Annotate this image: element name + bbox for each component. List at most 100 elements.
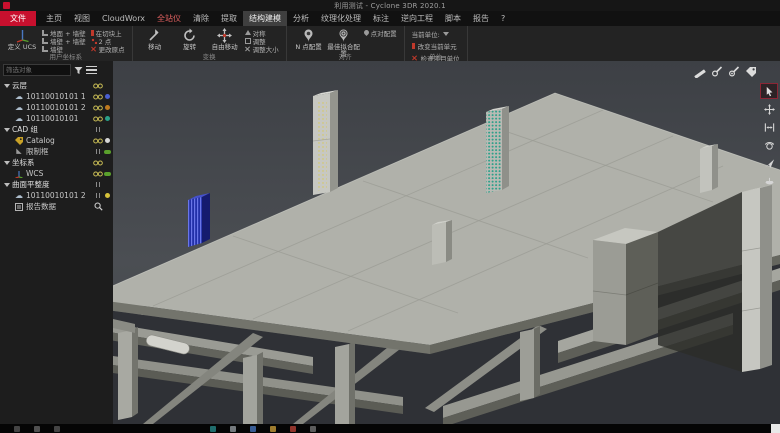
tab-reverse-engineering[interactable]: 逆向工程 xyxy=(395,11,439,26)
tab-cloudworx[interactable]: CloudWorx xyxy=(96,11,151,26)
tree-item-cloud-2[interactable]: ☁ 10110010101 2 xyxy=(0,102,113,113)
color-swatch[interactable] xyxy=(105,116,110,121)
probe-point-icon[interactable] xyxy=(727,65,741,79)
ucs-wall-wall-button[interactable]: 墙壁 + 墙壁 xyxy=(42,37,86,44)
ucs-small-buttons-col1: 地面 + 墙壁 墙壁 + 墙壁 墙壁 xyxy=(42,28,86,52)
tree-item-cloud-3[interactable]: ☁ 10110010101 xyxy=(0,113,113,124)
walkthrough-icon[interactable] xyxy=(760,173,778,189)
model-column-blue-scan[interactable] xyxy=(188,193,210,247)
cloud-icon: ☁ xyxy=(14,115,24,123)
model-column-mid[interactable] xyxy=(432,220,452,265)
windows-taskbar[interactable] xyxy=(0,424,780,433)
define-ucs-label: 定义 UCS xyxy=(8,44,37,51)
two-points-icon xyxy=(91,38,97,44)
pin-icon xyxy=(301,28,316,43)
tag-label-icon[interactable] xyxy=(744,65,758,79)
taskbar-app-icon[interactable] xyxy=(290,426,296,432)
visibility-on-icon[interactable] xyxy=(92,171,104,177)
tree-group-coordinate-systems[interactable]: 坐标系 xyxy=(0,157,113,168)
fit-view-icon[interactable] xyxy=(760,119,778,135)
caret-icon xyxy=(4,183,10,187)
model-right-column[interactable] xyxy=(742,185,772,372)
color-swatch[interactable] xyxy=(104,150,111,154)
visibility-on-icon[interactable] xyxy=(92,94,104,100)
panel-menu-icon[interactable] xyxy=(86,65,97,76)
tree-group-surface-flatness[interactable]: 曲面平整度 xyxy=(0,179,113,190)
color-swatch[interactable] xyxy=(104,172,111,176)
taskbar-app-icon[interactable] xyxy=(54,426,60,432)
tab-extract[interactable]: 提取 xyxy=(215,11,243,26)
free-move-button[interactable]: 自由移动 xyxy=(210,28,240,51)
visibility-on-icon[interactable] xyxy=(92,116,104,122)
tab-structural-modeling[interactable]: 结构建模 xyxy=(243,11,287,26)
limit-box-icon: ◣ xyxy=(14,148,24,155)
tree-item-report-data[interactable]: 报告数据 xyxy=(0,201,113,212)
current-unit-dropdown[interactable]: 当前单位: xyxy=(412,29,460,39)
caret-icon xyxy=(4,161,10,165)
visibility-off-icon[interactable] xyxy=(92,149,104,154)
taskbar-app-icon[interactable] xyxy=(14,426,20,432)
navigate-icon[interactable] xyxy=(760,155,778,171)
visibility-off-icon[interactable] xyxy=(92,127,104,132)
tab-analysis[interactable]: 分析 xyxy=(287,11,315,26)
tab-labels[interactable]: 标注 xyxy=(367,11,395,26)
color-swatch[interactable] xyxy=(105,193,110,198)
tab-help[interactable]: ? xyxy=(495,11,511,26)
taskbar-app-icon[interactable] xyxy=(270,426,276,432)
cloud-icon: ☁ xyxy=(14,93,24,101)
model-tower[interactable] xyxy=(593,228,658,345)
tab-view[interactable]: 视图 xyxy=(68,11,96,26)
visibility-on-icon[interactable] xyxy=(92,138,104,144)
viewport-3d[interactable] xyxy=(113,61,780,424)
project-tree-panel: 云层 ☁ 10110010101 1 ☁ 10110010101 2 ☁ 101… xyxy=(0,61,114,424)
select-cursor-icon[interactable] xyxy=(760,83,778,99)
visibility-off-icon[interactable] xyxy=(92,193,104,198)
show-desktop-button[interactable] xyxy=(771,424,780,433)
visibility-on-icon[interactable] xyxy=(92,83,104,89)
pan-icon[interactable] xyxy=(760,101,778,117)
tree-item-catalog[interactable]: Catalog xyxy=(0,135,113,146)
tab-script[interactable]: 脚本 xyxy=(439,11,467,26)
filter-funnel-icon[interactable] xyxy=(74,66,83,75)
visibility-on-icon[interactable] xyxy=(92,160,104,166)
model-column-speckled[interactable] xyxy=(313,90,338,195)
taskbar-app-icon[interactable] xyxy=(34,426,40,432)
tab-home[interactable]: 主页 xyxy=(40,11,68,26)
tab-texturing[interactable]: 纹理化处理 xyxy=(315,11,367,26)
taskbar-app-icon[interactable] xyxy=(250,426,256,432)
point-pair-registration-button[interactable]: 点对配置 xyxy=(364,29,397,36)
ground-wall-icon xyxy=(42,30,48,36)
tree-item-limit-box[interactable]: ◣ 限制框 xyxy=(0,146,113,157)
n-points-registration-button[interactable]: N 点配置 xyxy=(294,28,324,51)
color-swatch[interactable] xyxy=(105,94,110,99)
filter-objects-input[interactable] xyxy=(3,64,71,76)
ruler-pen-icon[interactable] xyxy=(693,65,707,79)
taskbar-app-icon[interactable] xyxy=(310,426,316,432)
tree-group-clouds[interactable]: 云层 xyxy=(0,80,113,91)
tab-clean[interactable]: 清除 xyxy=(187,11,215,26)
model-column-teal-scan[interactable] xyxy=(486,106,509,193)
tree-item-flatness-cloud[interactable]: ☁ 10110010101 2 xyxy=(0,190,113,201)
taskbar-app-icon[interactable] xyxy=(210,426,216,432)
define-ucs-button[interactable]: 定义 UCS xyxy=(7,28,37,51)
tab-total-station[interactable]: 全站仪 xyxy=(151,11,187,26)
visibility-on-icon[interactable] xyxy=(92,105,104,111)
change-current-unit-button[interactable]: 改变当前单元 xyxy=(412,41,460,51)
file-menu-button[interactable]: 文件 xyxy=(0,11,36,26)
tree-item-cloud-1[interactable]: ☁ 10110010101 1 xyxy=(0,91,113,102)
model-column-back-right[interactable] xyxy=(700,144,718,193)
report-icon xyxy=(15,203,23,211)
orbit-icon[interactable] xyxy=(760,137,778,153)
color-swatch[interactable] xyxy=(105,138,110,143)
move-button[interactable]: 移动 xyxy=(140,28,170,51)
tree-group-cad[interactable]: CAD 组 xyxy=(0,124,113,135)
move-arrow-icon xyxy=(147,28,162,43)
tree-item-wcs[interactable]: WCS xyxy=(0,168,113,179)
tab-report[interactable]: 报告 xyxy=(467,11,495,26)
visibility-off-icon[interactable] xyxy=(92,182,104,187)
taskbar-app-icon[interactable] xyxy=(230,426,236,432)
building-model-canvas[interactable] xyxy=(113,61,780,424)
probe-measure-icon[interactable] xyxy=(710,65,724,79)
color-swatch[interactable] xyxy=(105,105,110,110)
rotate-button[interactable]: 旋转 xyxy=(175,28,205,51)
